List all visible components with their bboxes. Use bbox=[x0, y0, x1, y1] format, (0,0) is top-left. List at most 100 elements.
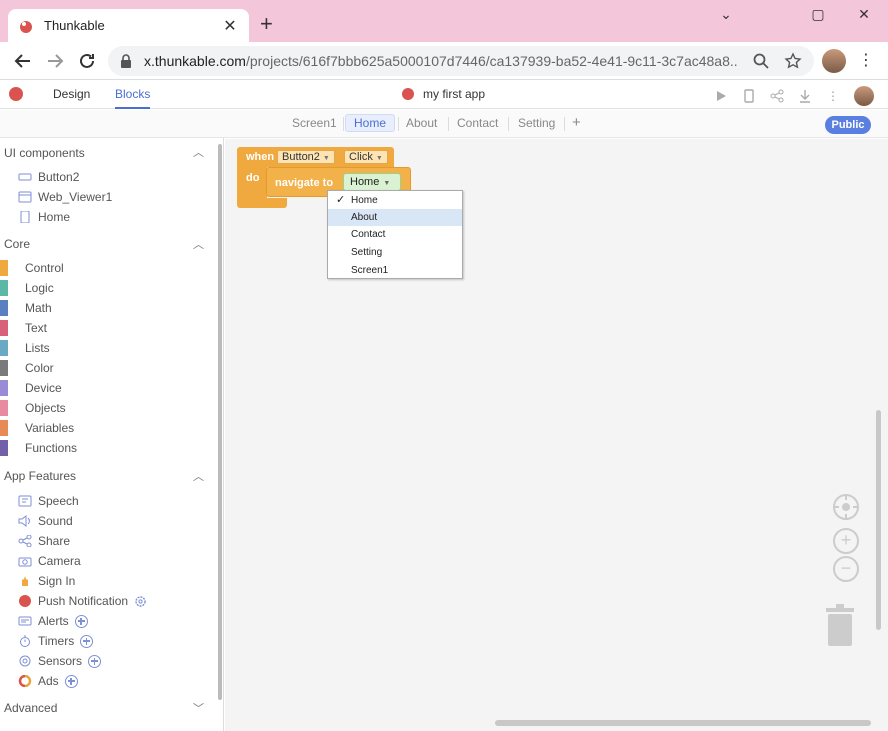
zoom-search-icon[interactable] bbox=[752, 52, 770, 70]
user-avatar[interactable] bbox=[854, 86, 874, 106]
component-dropdown[interactable]: Button2 ▼ bbox=[277, 150, 335, 164]
more-options-icon[interactable]: ⋮ bbox=[826, 89, 840, 103]
screen-tab-home[interactable]: Home bbox=[345, 114, 396, 132]
blocks-workspace[interactable] bbox=[225, 139, 888, 731]
core-category-control[interactable]: Control bbox=[0, 260, 64, 276]
feature-label: Sensors bbox=[38, 654, 83, 668]
trash-icon[interactable] bbox=[824, 602, 856, 646]
screen-tab-contact[interactable]: Contact bbox=[457, 116, 498, 130]
category-label: Lists bbox=[25, 341, 50, 355]
lock-icon bbox=[121, 54, 131, 68]
tab-blocks[interactable]: Blocks bbox=[115, 87, 151, 109]
add-screen-button[interactable]: + bbox=[572, 114, 581, 131]
event-dropdown[interactable]: Click ▼ bbox=[344, 150, 388, 164]
feature-sound[interactable]: Sound bbox=[18, 514, 73, 528]
new-tab-button[interactable]: + bbox=[260, 13, 273, 35]
core-category-functions[interactable]: Functions bbox=[0, 440, 77, 456]
core-category-color[interactable]: Color bbox=[0, 360, 54, 376]
profile-avatar[interactable] bbox=[822, 49, 846, 73]
maximize-button[interactable]: ▢ bbox=[808, 6, 828, 23]
download-icon[interactable] bbox=[798, 89, 812, 103]
screen-tab-about[interactable]: About bbox=[406, 116, 437, 130]
feature-timers[interactable]: Timers bbox=[18, 634, 94, 648]
dropdown-option-about[interactable]: About bbox=[328, 209, 462, 226]
dropdown-option-contact[interactable]: Contact bbox=[328, 226, 462, 243]
forward-button[interactable] bbox=[44, 50, 66, 72]
app-header: Design Blocks my first app ⋮ bbox=[0, 80, 888, 109]
dropdown-option-setting[interactable]: Setting bbox=[328, 244, 462, 261]
component-home[interactable]: Home bbox=[18, 210, 70, 224]
add-alerts-icon[interactable] bbox=[74, 614, 88, 628]
chevron-up-icon[interactable]: ︿ bbox=[193, 236, 204, 252]
core-category-objects[interactable]: Objects bbox=[0, 400, 66, 416]
dropdown-option-home[interactable]: ✓ Home bbox=[328, 192, 462, 209]
core-category-logic[interactable]: Logic bbox=[0, 280, 54, 296]
component-dropdown-value: Button2 bbox=[282, 151, 320, 163]
bookmark-star-icon[interactable] bbox=[784, 52, 802, 70]
chevron-down-icon[interactable]: ﹀ bbox=[193, 700, 204, 716]
chevron-up-icon[interactable]: ︿ bbox=[193, 144, 204, 160]
option-label: Screen1 bbox=[351, 265, 389, 276]
feature-sensors[interactable]: Sensors bbox=[18, 654, 102, 668]
do-label: do bbox=[246, 172, 260, 184]
back-button[interactable] bbox=[12, 50, 34, 72]
category-color-swatch bbox=[0, 260, 8, 276]
screen-tab-screen1[interactable]: Screen1 bbox=[292, 116, 337, 130]
browser-tab[interactable]: Thunkable ✕ bbox=[8, 9, 249, 42]
zoom-out-icon[interactable]: − bbox=[833, 556, 859, 582]
play-icon[interactable] bbox=[714, 89, 728, 103]
add-sensors-icon[interactable] bbox=[88, 654, 102, 668]
back-arrow-icon bbox=[14, 54, 30, 68]
project-name[interactable]: my first app bbox=[402, 87, 485, 101]
screen-tab-setting[interactable]: Setting bbox=[518, 116, 555, 130]
feature-label: Camera bbox=[38, 554, 81, 568]
category-label: Text bbox=[25, 321, 48, 335]
phone-preview-icon[interactable] bbox=[742, 89, 756, 103]
core-category-text[interactable]: Text bbox=[0, 320, 47, 336]
feature-push-notification[interactable]: Push Notification bbox=[18, 594, 147, 608]
settings-gear-icon[interactable] bbox=[134, 595, 147, 608]
minimize-button[interactable]: ⌄ bbox=[716, 6, 736, 23]
component-button2[interactable]: Button2 bbox=[18, 170, 79, 184]
feature-camera[interactable]: Camera bbox=[18, 554, 81, 568]
share-icon[interactable] bbox=[770, 89, 784, 103]
core-category-variables[interactable]: Variables bbox=[0, 420, 74, 436]
public-button[interactable]: Public bbox=[825, 116, 871, 134]
reload-button[interactable] bbox=[76, 50, 98, 72]
timer-icon bbox=[20, 635, 30, 647]
address-bar[interactable]: x.thunkable.com/projects/616f7bbb625a500… bbox=[108, 46, 814, 76]
sidebar-scrollbar[interactable] bbox=[218, 144, 222, 700]
tab-design[interactable]: Design bbox=[53, 87, 90, 101]
zoom-in-icon[interactable]: + bbox=[833, 528, 859, 554]
section-app-features[interactable]: App Features bbox=[4, 469, 76, 483]
workspace-vertical-scrollbar[interactable] bbox=[876, 410, 881, 630]
feature-speech[interactable]: Speech bbox=[18, 494, 79, 508]
recenter-icon[interactable] bbox=[833, 494, 859, 520]
dropdown-option-screen1[interactable]: Screen1 bbox=[328, 262, 462, 279]
core-category-math[interactable]: Math bbox=[0, 300, 52, 316]
category-color-swatch bbox=[0, 420, 8, 436]
add-timers-icon[interactable] bbox=[80, 634, 94, 648]
section-core[interactable]: Core bbox=[4, 237, 30, 251]
browser-menu-icon[interactable]: ⋮ bbox=[858, 50, 874, 70]
option-label: Setting bbox=[351, 247, 383, 258]
button-component-icon bbox=[18, 173, 32, 181]
add-ads-icon[interactable] bbox=[64, 674, 78, 688]
core-category-lists[interactable]: Lists bbox=[0, 340, 50, 356]
window-close-button[interactable]: ✕ bbox=[854, 6, 874, 23]
workspace-horizontal-scrollbar[interactable] bbox=[495, 720, 871, 726]
component-web-viewer1[interactable]: Web_Viewer1 bbox=[18, 190, 112, 204]
core-category-device[interactable]: Device bbox=[0, 380, 62, 396]
feature-sign-in[interactable]: Sign In bbox=[18, 574, 75, 588]
feature-ads[interactable]: Ads bbox=[18, 674, 78, 688]
section-ui-components[interactable]: UI components bbox=[4, 146, 85, 160]
screen-dropdown-menu: ✓ Home About Contact Setting Screen1 bbox=[327, 190, 463, 279]
feature-alerts[interactable]: Alerts bbox=[18, 614, 88, 628]
thunkable-logo[interactable] bbox=[9, 87, 23, 101]
feature-share[interactable]: Share bbox=[18, 534, 70, 548]
section-advanced[interactable]: Advanced bbox=[4, 701, 57, 715]
tab-close-icon[interactable]: ✕ bbox=[221, 16, 239, 36]
chevron-up-icon[interactable]: ︿ bbox=[193, 468, 204, 484]
app-header-actions: ⋮ bbox=[714, 86, 874, 106]
screen-target-dropdown[interactable]: Home ▼ bbox=[343, 173, 401, 191]
